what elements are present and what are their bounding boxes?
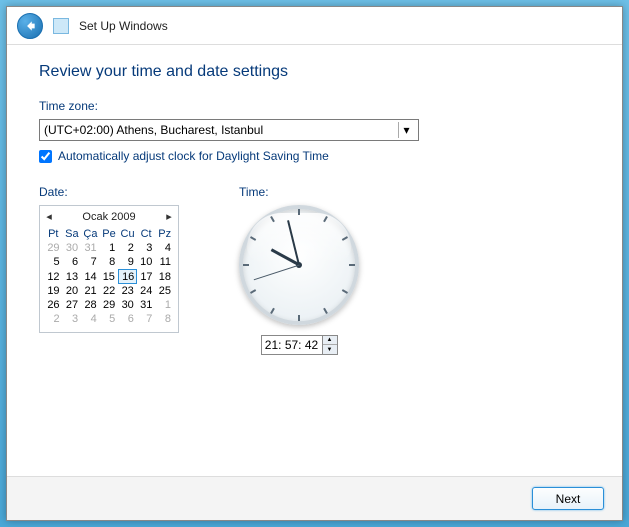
calendar-day[interactable]: 14: [81, 270, 100, 284]
calendar-day[interactable]: 3: [137, 241, 156, 255]
calendar-day[interactable]: 18: [155, 270, 174, 284]
calendar-day[interactable]: 10: [137, 255, 156, 270]
calendar-day[interactable]: 5: [44, 255, 63, 270]
calendar-day[interactable]: 17: [137, 270, 156, 284]
calendar-day[interactable]: 8: [155, 312, 174, 326]
clock-hand-s: [253, 265, 299, 281]
calendar-day[interactable]: 15: [100, 270, 119, 284]
calendar-day[interactable]: 19: [44, 284, 63, 299]
setup-window: Set Up Windows Review your time and date…: [6, 6, 623, 521]
calendar-weekday: Ct: [137, 227, 156, 241]
calendar: ◂ Ocak 2009 ▸ PtSaÇaPeCuCtPz 29303112345…: [39, 205, 179, 333]
time-spin-up[interactable]: ▲: [323, 336, 337, 345]
calendar-next[interactable]: ▸: [164, 210, 174, 223]
calendar-day[interactable]: 22: [100, 284, 119, 299]
time-input[interactable]: [262, 336, 322, 354]
titlebar: Set Up Windows: [7, 7, 622, 45]
calendar-day[interactable]: 25: [155, 284, 174, 299]
calendar-day[interactable]: 12: [44, 270, 63, 284]
calendar-weekday: Cu: [118, 227, 137, 241]
calendar-day[interactable]: 2: [118, 241, 137, 255]
calendar-weekday: Sa: [63, 227, 82, 241]
calendar-day[interactable]: 11: [155, 255, 174, 270]
calendar-day[interactable]: 4: [81, 312, 100, 326]
timezone-select[interactable]: (UTC+02:00) Athens, Bucharest, Istanbul …: [39, 119, 419, 141]
calendar-day[interactable]: 5: [100, 312, 119, 326]
calendar-day[interactable]: 1: [155, 298, 174, 312]
window-title: Set Up Windows: [79, 19, 168, 33]
calendar-day[interactable]: 3: [63, 312, 82, 326]
calendar-day[interactable]: 31: [81, 241, 100, 255]
calendar-day[interactable]: 31: [137, 298, 156, 312]
window-icon: [53, 18, 69, 34]
calendar-day[interactable]: 26: [44, 298, 63, 312]
time-label: Time:: [239, 185, 359, 199]
calendar-day[interactable]: 4: [155, 241, 174, 255]
time-column: Time: ▲ ▼: [239, 185, 359, 355]
calendar-weekday: Ça: [81, 227, 100, 241]
calendar-day[interactable]: 6: [118, 312, 137, 326]
dst-row: Automatically adjust clock for Daylight …: [39, 149, 590, 163]
calendar-day[interactable]: 24: [137, 284, 156, 299]
calendar-day[interactable]: 21: [81, 284, 100, 299]
calendar-day[interactable]: 30: [63, 241, 82, 255]
timezone-selected: (UTC+02:00) Athens, Bucharest, Istanbul: [44, 123, 263, 137]
calendar-day[interactable]: 6: [63, 255, 82, 270]
calendar-day[interactable]: 28: [81, 298, 100, 312]
calendar-weekday: Pe: [100, 227, 119, 241]
calendar-day[interactable]: 20: [63, 284, 82, 299]
calendar-day[interactable]: 30: [118, 298, 137, 312]
calendar-weekday: Pt: [44, 227, 63, 241]
date-column: Date: ◂ Ocak 2009 ▸ PtSaÇaPeCuCtPz 29303…: [39, 185, 179, 355]
calendar-weekday: Pz: [155, 227, 174, 241]
date-label: Date:: [39, 185, 179, 199]
arrow-left-icon: [23, 19, 37, 33]
next-button[interactable]: Next: [532, 487, 604, 510]
time-spinner: ▲ ▼: [261, 335, 338, 355]
dst-label[interactable]: Automatically adjust clock for Daylight …: [58, 149, 329, 163]
calendar-month[interactable]: Ocak 2009: [54, 211, 164, 223]
timezone-label: Time zone:: [39, 99, 590, 113]
calendar-day[interactable]: 29: [100, 298, 119, 312]
calendar-grid: PtSaÇaPeCuCtPz 2930311234567891011121314…: [44, 227, 174, 326]
calendar-day[interactable]: 7: [137, 312, 156, 326]
chevron-down-icon: ▾: [398, 122, 414, 138]
calendar-day[interactable]: 7: [81, 255, 100, 270]
dst-checkbox[interactable]: [39, 150, 52, 163]
back-button[interactable]: [17, 13, 43, 39]
calendar-prev[interactable]: ◂: [44, 210, 54, 223]
calendar-day[interactable]: 8: [100, 255, 119, 270]
calendar-day[interactable]: 2: [44, 312, 63, 326]
calendar-day[interactable]: 29: [44, 241, 63, 255]
calendar-day[interactable]: 16: [118, 270, 137, 284]
analog-clock: [239, 205, 359, 325]
calendar-day[interactable]: 9: [118, 255, 137, 270]
content-area: Review your time and date settings Time …: [7, 45, 622, 476]
calendar-day[interactable]: 23: [118, 284, 137, 299]
calendar-day[interactable]: 27: [63, 298, 82, 312]
calendar-day[interactable]: 1: [100, 241, 119, 255]
page-heading: Review your time and date settings: [39, 63, 590, 81]
calendar-day[interactable]: 13: [63, 270, 82, 284]
time-spin-down[interactable]: ▼: [323, 345, 337, 354]
footer: Next: [7, 476, 622, 520]
